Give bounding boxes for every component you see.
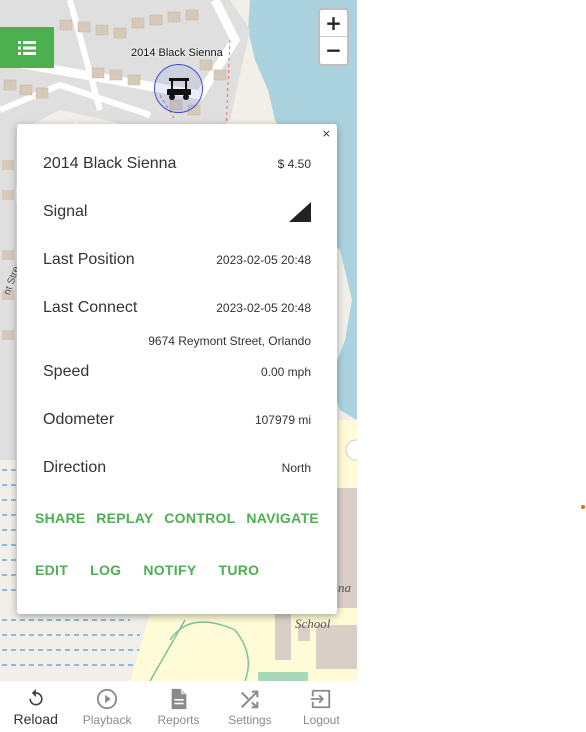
direction-row: Direction North [43,459,311,477]
nav-settings[interactable]: Settings [214,681,285,732]
address-text: 9674 Reymont Street, Orlando [148,334,311,348]
close-icon[interactable]: × [322,127,331,140]
vehicle-info-popup: × 2014 Black Sienna $ 4.50 Signal Last P… [17,124,337,614]
signal-strength-icon [289,202,311,222]
direction-label: Direction [43,459,107,476]
edit-button[interactable]: EDIT [35,562,68,578]
nav-playback[interactable]: Playback [71,681,142,732]
map-view[interactable]: nt Stre na School + − 2014 Black Sienna … [0,0,357,681]
replay-button[interactable]: REPLAY [96,510,153,526]
nav-logout[interactable]: Logout [286,681,357,732]
zoom-control: + − [318,8,349,66]
vehicle-title: 2014 Black Sienna [43,155,177,172]
nav-reports[interactable]: Reports [143,681,214,732]
app-root: nt Stre na School + − 2014 Black Sienna … [0,0,586,732]
nav-logout-label: Logout [302,713,340,727]
signal-row: Signal [43,202,311,222]
zoom-in-button[interactable]: + [320,10,347,37]
bottom-navigation: Reload Playback Reports Settings Logout [0,681,357,732]
share-button[interactable]: SHARE [35,510,86,526]
nav-playback-label: Playback [82,713,132,727]
status-dot [581,505,585,509]
action-row-secondary: EDIT LOG NOTIFY TURO [35,562,319,578]
last-position-value: 2023-02-05 20:48 [216,253,311,267]
nav-reload-label: Reload [13,711,58,727]
vehicle-price: $ 4.50 [277,157,311,171]
odometer-label: Odometer [43,411,115,428]
last-position-row: Last Position 2023-02-05 20:48 [43,251,311,269]
place-label: na [338,580,352,595]
logout-icon [311,689,331,709]
speed-value: 0.00 mph [260,365,311,379]
vehicle-marker[interactable] [154,64,203,113]
direction-value: North [281,461,311,475]
document-icon [171,688,186,710]
vehicle-marker-label: 2014 Black Sienna [131,47,223,59]
action-row-primary: SHARE REPLAY CONTROL NAVIGATE [35,510,319,526]
control-button[interactable]: CONTROL [164,510,235,526]
speed-label: Speed [43,363,90,380]
last-connect-label: Last Connect [43,299,138,316]
layers-menu-button[interactable] [0,27,54,68]
nav-settings-label: Settings [228,713,272,727]
school-label: School [295,616,331,631]
golf-cart-icon [166,77,191,100]
odometer-value: 107979 mi [254,413,311,427]
speed-row: Speed 0.00 mph [43,363,311,381]
turo-button[interactable]: TURO [218,562,259,578]
notify-button[interactable]: NOTIFY [143,562,196,578]
zoom-out-button[interactable]: − [320,37,347,64]
reload-icon [29,688,43,706]
log-button[interactable]: LOG [90,562,121,578]
last-position-label: Last Position [43,251,135,268]
last-connect-value: 2023-02-05 20:48 [216,301,311,315]
odometer-row: Odometer 107979 mi [43,411,311,429]
nav-reload[interactable]: Reload [0,681,71,732]
shuffle-icon [240,690,259,709]
navigate-button[interactable]: NAVIGATE [246,510,319,526]
play-icon [97,688,118,710]
signal-label: Signal [43,203,88,220]
list-icon [18,40,36,55]
nav-reports-label: Reports [157,713,200,727]
title-row: 2014 Black Sienna $ 4.50 [43,155,311,173]
last-connect-row: Last Connect 2023-02-05 20:48 [43,299,311,317]
